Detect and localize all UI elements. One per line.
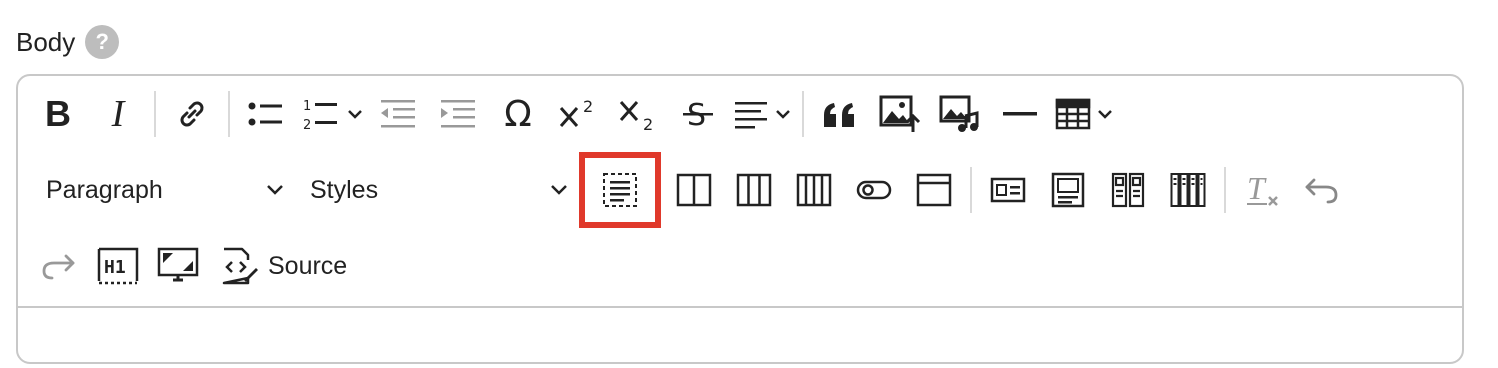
hero-block-icon: [1051, 172, 1085, 208]
indent-button[interactable]: [428, 84, 488, 144]
align-icon: [735, 102, 767, 129]
svg-text:2: 2: [583, 97, 593, 116]
two-column-layout-icon: [676, 173, 712, 207]
three-column-layout-icon: [736, 173, 772, 207]
styles-dropdown[interactable]: Styles: [292, 160, 576, 220]
svg-text:1: 1: [303, 99, 311, 114]
table-icon: [1055, 98, 1091, 130]
subscript-icon: 2: [619, 101, 653, 132]
card-button[interactable]: [978, 160, 1038, 220]
two-cards-button[interactable]: [1098, 160, 1158, 220]
italic-icon: I: [111, 93, 125, 135]
four-cards-button[interactable]: [1158, 160, 1218, 220]
horizontal-line-button[interactable]: [990, 84, 1050, 144]
fullscreen-button[interactable]: [148, 236, 208, 296]
insert-media-button[interactable]: [930, 84, 990, 144]
special-characters-icon: Ω: [504, 93, 532, 135]
chevron-down-icon: [776, 110, 790, 119]
indent-icon: [441, 100, 475, 128]
link-button[interactable]: [162, 84, 222, 144]
undo-button[interactable]: [1292, 160, 1352, 220]
blockquote-icon: [824, 103, 854, 127]
help-icon[interactable]: ?: [85, 25, 120, 59]
italic-button[interactable]: I: [88, 84, 148, 144]
toolbar-separator: [154, 91, 156, 137]
fullscreen-icon: [157, 247, 199, 282]
source-icon: [222, 247, 258, 285]
four-cards-icon: [1170, 173, 1206, 207]
insert-image-icon: [879, 95, 921, 132]
chevron-down-icon: [551, 185, 567, 195]
four-column-layout-icon: [796, 173, 832, 207]
undo-icon: [1305, 178, 1338, 204]
blockquote-button[interactable]: [810, 84, 870, 144]
two-cards-icon: [1111, 172, 1145, 208]
editor-toolbar: B I 1 2 Ω 2 2 S Paragraph Styles T H1 So…: [18, 76, 1462, 306]
paragraph-format-dropdown[interactable]: Paragraph: [28, 160, 292, 220]
subscript-button[interactable]: 2: [608, 84, 668, 144]
single-column-layout-icon: [603, 173, 637, 207]
single-column-layout-button[interactable]: [579, 152, 661, 228]
outdent-icon: [381, 100, 415, 128]
hero-block-button[interactable]: [1038, 160, 1098, 220]
toggle-icon: [856, 180, 892, 200]
align-button[interactable]: [728, 84, 796, 144]
chevron-down-icon: [267, 185, 283, 195]
insert-media-icon: [939, 95, 979, 132]
source-label: Source: [268, 251, 348, 280]
special-characters-button[interactable]: Ω: [488, 84, 548, 144]
heading-h1-button[interactable]: H1: [88, 236, 148, 296]
insert-image-button[interactable]: [870, 84, 930, 144]
bulleted-list-button[interactable]: [236, 84, 296, 144]
four-column-layout-button[interactable]: [784, 160, 844, 220]
source-button[interactable]: Source: [208, 236, 357, 296]
toolbar-separator: [1224, 167, 1226, 213]
bold-icon: B: [45, 93, 71, 134]
header-block-button[interactable]: [904, 160, 964, 220]
field-label-text: Body: [16, 26, 76, 57]
card-icon: [990, 177, 1026, 203]
field-label: Body ?: [16, 22, 120, 62]
svg-text:H1: H1: [104, 257, 126, 278]
bold-button[interactable]: B: [28, 84, 88, 144]
editor-content-area[interactable]: [18, 306, 1462, 368]
toolbar-separator: [228, 91, 230, 137]
bulleted-list-icon: [248, 102, 282, 126]
heading-h1-icon: H1: [97, 247, 139, 285]
strikethrough-button[interactable]: S: [668, 84, 728, 144]
svg-text:T: T: [1247, 171, 1267, 206]
toolbar-row-1: B I 1 2 Ω 2 2 S: [28, 82, 1118, 146]
svg-text:2: 2: [303, 118, 311, 133]
numbered-list-button[interactable]: 1 2: [296, 84, 368, 144]
paragraph-format-label: Paragraph: [46, 175, 163, 204]
toolbar-row-3: H1 Source: [28, 234, 357, 298]
outdent-button[interactable]: [368, 84, 428, 144]
chevron-down-icon: [1098, 110, 1112, 119]
toolbar-row-2: Paragraph Styles T: [28, 152, 1352, 228]
toolbar-separator: [970, 167, 972, 213]
superscript-button[interactable]: 2: [548, 84, 608, 144]
superscript-icon: 2: [559, 97, 593, 127]
svg-text:2: 2: [643, 115, 653, 132]
header-block-icon: [916, 173, 952, 207]
redo-icon: [42, 254, 75, 280]
two-column-layout-button[interactable]: [664, 160, 724, 220]
remove-format-icon: T: [1247, 171, 1278, 206]
horizontal-line-icon: [1003, 112, 1037, 116]
toolbar-separator: [802, 91, 804, 137]
remove-format-button[interactable]: T: [1232, 160, 1292, 220]
three-column-layout-button[interactable]: [724, 160, 784, 220]
toggle-button[interactable]: [844, 160, 904, 220]
strikethrough-icon: S: [683, 98, 713, 132]
redo-button[interactable]: [28, 236, 88, 296]
numbered-list-icon: 1 2: [303, 99, 337, 133]
chevron-down-icon: [348, 110, 362, 119]
styles-label: Styles: [310, 175, 379, 204]
link-icon: [180, 101, 204, 127]
rich-text-editor: B I 1 2 Ω 2 2 S Paragraph Styles T H1 So…: [16, 74, 1464, 364]
table-button[interactable]: [1050, 84, 1118, 144]
